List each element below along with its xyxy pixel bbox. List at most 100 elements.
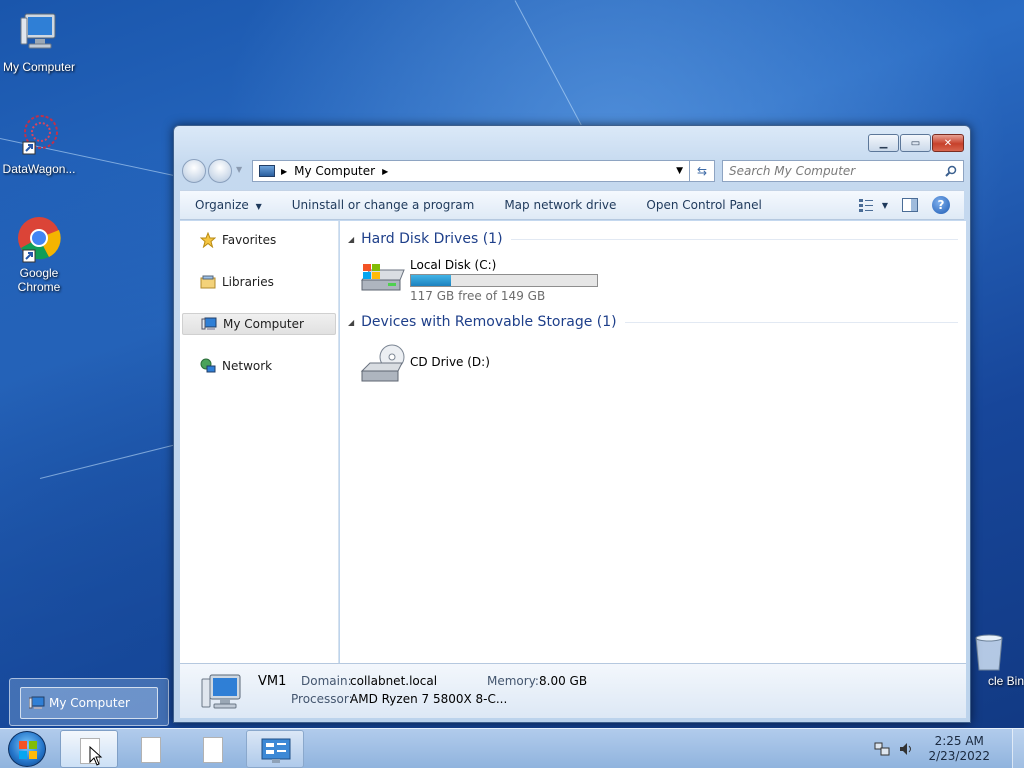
computer-icon [259,165,275,177]
libraries-icon [200,275,216,289]
clock-date: 2/23/2022 [928,749,990,763]
clock[interactable]: 2:25 AM 2/23/2022 [928,734,990,764]
show-desktop-button[interactable] [1012,729,1024,768]
view-icon [858,199,873,212]
nav-item-favorites[interactable]: Favorites [182,229,336,251]
document-icon [141,737,161,763]
address-dropdown-icon[interactable]: ▼ [676,166,683,176]
search-input[interactable]: Search My Computer [729,164,855,178]
navigation-row: ▼ ▶ My Computer ▶ ▼ ⇆ Search My Computer [182,158,964,184]
window-preview-title[interactable]: My Computer [20,687,158,719]
collapse-triangle-icon[interactable]: ◢ [348,235,354,244]
breadcrumb-location[interactable]: My Computer [294,164,375,178]
taskbar-item-document-1[interactable] [60,730,118,768]
preview-label: My Computer [49,696,130,710]
close-icon: ✕ [943,137,953,149]
processor-label: Processor: [291,692,353,706]
breadcrumb-arrow-icon[interactable]: ▶ [281,167,287,176]
help-icon[interactable]: ? [932,196,950,214]
taskbar-item-document-3[interactable] [184,730,242,768]
close-button[interactable]: ✕ [932,134,964,152]
desktop-icon-datawagon[interactable]: DataWagon... [0,112,78,176]
drive-local-disk-c[interactable]: Local Disk (C:) 117 GB free of 149 GB [358,258,598,303]
nav-label: Favorites [222,233,277,247]
document-icon [203,737,223,763]
volume-icon[interactable] [898,741,914,757]
start-button[interactable] [8,731,46,767]
computer-icon [201,674,241,709]
processor-value: AMD Ryzen 7 5800X 8-C... [350,692,508,706]
network-icon [200,358,216,373]
nav-label: My Computer [223,317,304,331]
desktop-icon-label: cle Bin [987,674,1024,688]
domain-label: Domain: [301,674,352,688]
group-divider [624,321,958,323]
back-button[interactable] [182,159,206,183]
chevron-down-icon: ▼ [881,200,888,210]
taskbar-item-document-2[interactable] [122,730,180,768]
map-network-drive-button[interactable]: Map network drive [489,198,631,212]
recycle-bin-icon [972,632,1006,672]
explorer-window: ▁ ▭ ✕ ▼ ▶ My Computer ▶ ▼ ⇆ Search My Co… [173,125,971,723]
hard-drive-icon [358,258,406,298]
command-bar-right: ▼ ? [858,196,964,214]
collapse-triangle-icon[interactable]: ◢ [348,318,354,327]
datawagon-icon [15,112,63,160]
disk-usage-fill [411,275,451,286]
organize-button[interactable]: Organize ▼ [180,198,277,212]
content-pane: ◢ Hard Disk Drives (1) Local Disk (C:) 1… [340,221,966,663]
desktop-icon-recycle-bin[interactable]: cle Bin [962,632,1024,688]
cd-drive-icon [358,343,406,383]
taskbar: 2:25 AM 2/23/2022 [0,728,1024,768]
mouse-cursor-icon [89,746,103,766]
group-header-hard-disk-drives[interactable]: ◢ Hard Disk Drives (1) [348,231,958,247]
breadcrumb-arrow-icon[interactable]: ▶ [382,167,388,176]
computer-name: VM1 [258,674,287,689]
desktop-icon-label: My Computer [2,60,76,74]
drive-free-space: 117 GB free of 149 GB [410,289,546,303]
group-header-removable-storage[interactable]: ◢ Devices with Removable Storage (1) [348,314,958,330]
taskbar-item-explorer[interactable] [246,730,304,768]
window-controls: ▁ ▭ ✕ [868,134,964,152]
nav-item-my-computer[interactable]: My Computer [182,313,336,335]
open-control-panel-button[interactable]: Open Control Panel [631,198,776,212]
refresh-icon: ⇆ [696,164,708,178]
star-icon [200,232,216,248]
preview-pane-icon[interactable] [902,198,918,212]
computer-icon [15,10,63,58]
recent-pages-chevron-icon[interactable]: ▼ [236,165,242,174]
desktop-icon-google-chrome[interactable]: Google Chrome [0,216,78,294]
window-preview[interactable]: My Computer [9,678,169,726]
minimize-button[interactable]: ▁ [868,134,899,152]
drive-name: Local Disk (C:) [410,258,497,272]
search-icon[interactable] [945,165,957,177]
chrome-icon [15,216,63,264]
nav-item-network[interactable]: Network [182,355,336,377]
drive-name: CD Drive (D:) [410,355,490,369]
change-view-button[interactable]: ▼ [858,198,888,212]
clock-time: 2:25 AM [934,734,984,748]
system-tray: 2:25 AM 2/23/2022 [870,729,1024,768]
desktop-icon-label: DataWagon... [2,162,76,176]
refresh-button[interactable]: ⇆ [690,160,715,182]
uninstall-program-button[interactable]: Uninstall or change a program [277,198,490,212]
address-bar[interactable]: ▶ My Computer ▶ ▼ [252,160,690,182]
desktop-icon-label: Google Chrome [17,266,61,294]
desktop-icon-my-computer[interactable]: My Computer [0,10,78,74]
computer-icon [29,696,45,709]
nav-item-libraries[interactable]: Libraries [182,271,336,293]
drive-cd-d[interactable]: CD Drive (D:) [358,343,490,383]
group-divider [510,238,958,240]
navigation-pane: Favorites Libraries My Computer Network [180,221,339,663]
nav-label: Network [222,359,273,373]
maximize-icon: ▭ [910,137,921,149]
chevron-down-icon: ▼ [255,202,262,211]
details-pane: VM1 Domain: collabnet.local Memory: 8.00… [180,663,966,718]
nav-label: Libraries [222,275,274,289]
memory-value: 8.00 GB [539,674,588,688]
network-status-icon[interactable] [874,741,890,757]
forward-button[interactable] [208,159,232,183]
search-box[interactable]: Search My Computer [722,160,964,182]
domain-value: collabnet.local [350,674,438,688]
maximize-button[interactable]: ▭ [900,134,931,152]
